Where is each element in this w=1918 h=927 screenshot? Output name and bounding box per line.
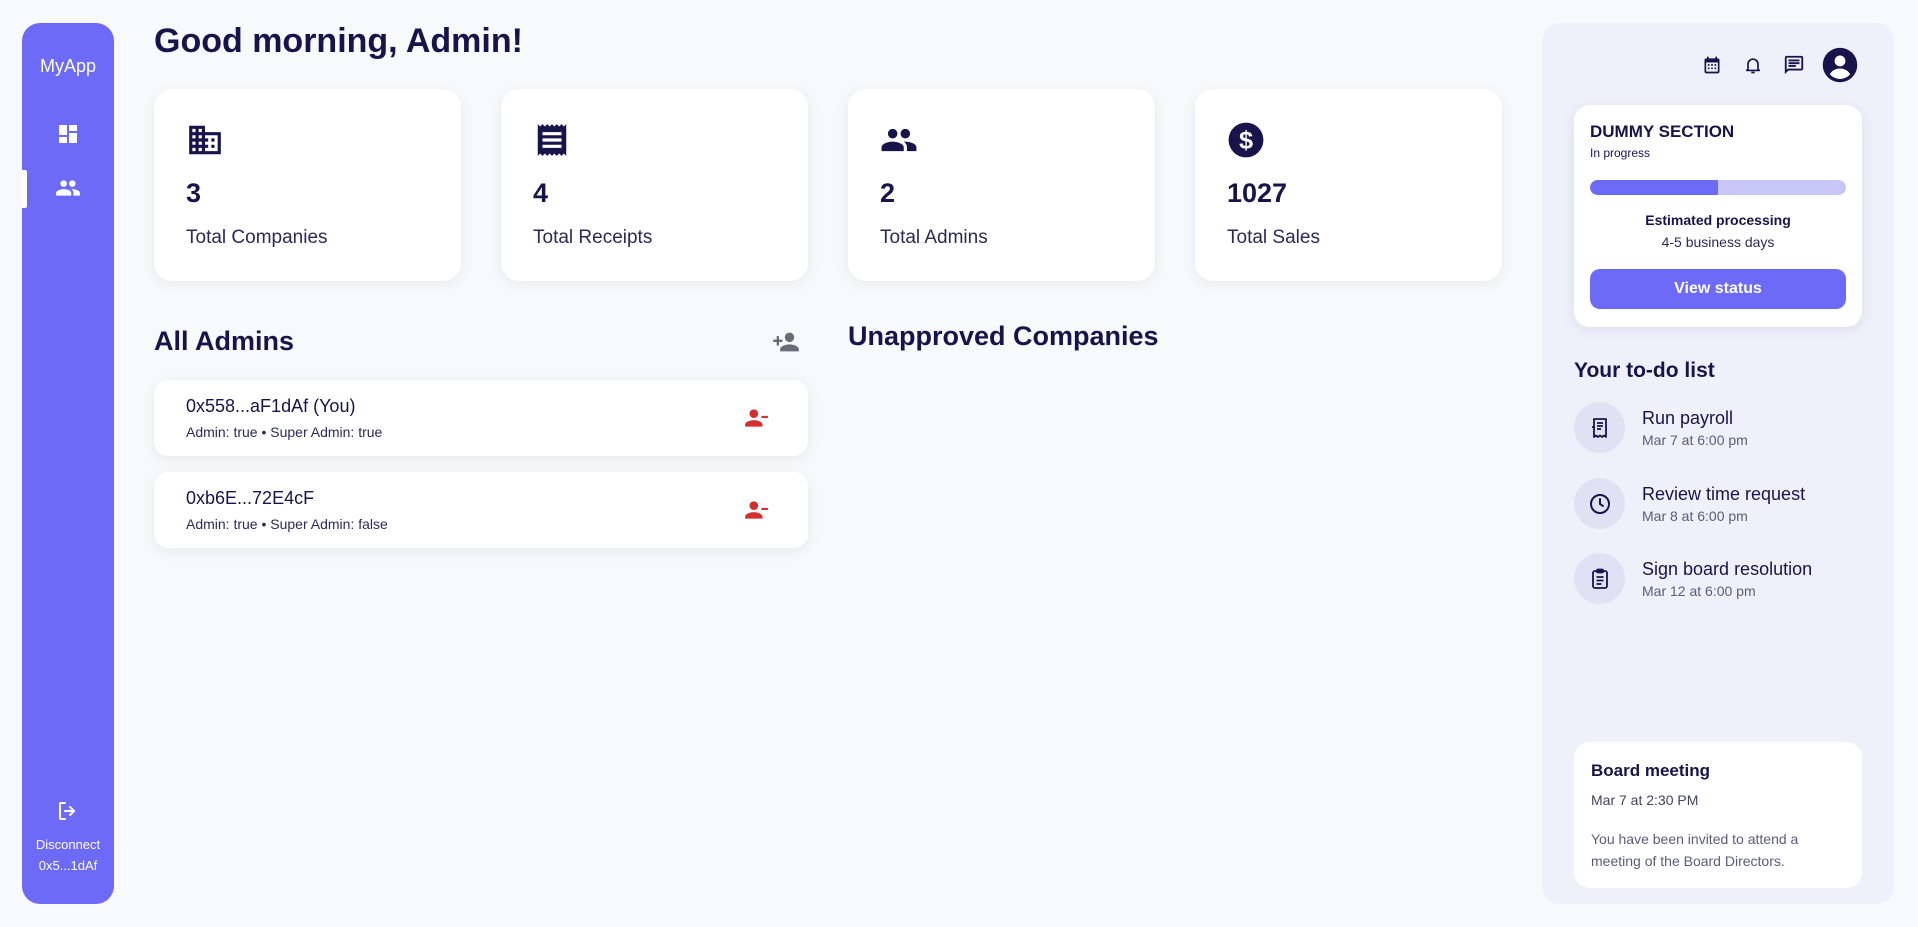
clock-icon [1589,493,1610,514]
meeting-title: Board meeting [1591,761,1711,780]
dollar-icon: $ [1228,122,1264,158]
admin-row: 0xb6E...72E4cF Admin: true • Super Admin… [154,472,808,548]
stat-label: Total Receipts [533,227,653,248]
receipt-icon [537,124,567,156]
todo-date: Mar 7 at 6:00 pm [1642,432,1748,448]
logout-icon [59,802,75,820]
remove-admin-button[interactable] [742,404,770,432]
sidebar: MyApp Disconnect 0x5...1dAf [22,23,114,904]
admin-meta: Admin: true • Super Admin: true [186,424,383,440]
unapproved-section-title: Unapproved Companies [848,321,1159,351]
admin-address: 0xb6E...72E4cF [186,488,315,508]
estimate-label: Estimated processing [1645,212,1791,228]
estimate-value: 4-5 business days [1661,234,1775,250]
stat-value: 1027 [1227,178,1288,208]
stat-value: 4 [533,178,549,208]
stat-label: Total Companies [186,227,328,248]
admin-row: 0x558...aF1dAf (You) Admin: true • Super… [154,380,808,456]
add-person-icon [773,332,799,352]
meeting-description: You have been invited to attend a meetin… [1591,831,1799,869]
todo-icon-wrap [1574,402,1625,453]
page-title: Good morning, Admin! [154,22,523,60]
people-icon [881,128,917,152]
todo-item-review-time-request[interactable]: Review time request Mar 8 at 6:00 pm [1574,478,1864,530]
meeting-card[interactable]: Board meeting Mar 7 at 2:30 PM You have … [1574,742,1862,888]
account-icon[interactable] [1822,47,1858,83]
bell-icon [1745,58,1761,74]
disconnect-label: Disconnect [35,837,101,852]
svg-text:$: $ [1239,127,1253,155]
meeting-time: Mar 7 at 2:30 PM [1591,792,1699,808]
dashboard-icon [59,125,77,143]
stat-card-receipts: 4 Total Receipts [501,89,808,281]
progress-bar [1590,180,1846,195]
chat-icon [1784,55,1804,75]
progress-fill [1590,180,1718,195]
payroll-icon [1591,417,1607,438]
top-icon-bar [1683,47,1858,83]
todo-date: Mar 8 at 6:00 pm [1642,508,1748,524]
nav-item-admins[interactable] [22,161,114,215]
people-icon [56,180,80,196]
todo-list-title: Your to-do list [1574,359,1715,382]
stat-label: Total Admins [880,227,988,248]
stat-value: 2 [880,178,896,208]
disconnect-button[interactable]: Disconnect 0x5...1dAf [36,799,100,873]
right-panel: DUMMY SECTION In progress Estimated proc… [1542,23,1894,904]
dummy-section-title: DUMMY SECTION [1590,122,1735,141]
remove-person-icon [745,409,768,427]
remove-admin-button[interactable] [742,496,770,524]
wallet-address: 0x5...1dAf [38,858,98,873]
todo-name: Sign board resolution [1642,559,1813,579]
notifications-button[interactable] [1741,53,1765,77]
building-icon [189,125,221,155]
todo-name: Review time request [1642,484,1806,504]
todo-name: Run payroll [1642,408,1734,428]
calendar-button[interactable] [1700,53,1724,77]
todo-icon-wrap [1574,553,1625,604]
remove-person-icon [745,501,768,519]
messages-button[interactable] [1782,53,1806,77]
todo-icon-wrap [1574,478,1625,529]
clipboard-icon [1591,568,1608,589]
view-status-button[interactable]: View status [1590,269,1846,309]
stat-label: Total Sales [1227,227,1320,248]
dummy-section-card: DUMMY SECTION In progress Estimated proc… [1574,105,1862,327]
todo-item-sign-board-resolution[interactable]: Sign board resolution Mar 12 at 6:00 pm [1574,553,1864,605]
stat-card-admins: 2 Total Admins [848,89,1155,281]
stat-card-sales: $ 1027 Total Sales [1195,89,1502,281]
nav-item-dashboard[interactable] [22,107,114,161]
app-brand: MyApp [39,56,97,76]
admin-meta: Admin: true • Super Admin: false [186,516,388,532]
todo-date: Mar 12 at 6:00 pm [1642,583,1756,599]
stat-value: 3 [186,178,202,208]
admins-section-title: All Admins [154,326,295,356]
calendar-icon [1704,56,1720,74]
stat-card-companies: 3 Total Companies [154,89,461,281]
todo-item-run-payroll[interactable]: Run payroll Mar 7 at 6:00 pm [1574,402,1864,454]
dummy-section-status: In progress [1590,146,1651,160]
add-admin-button[interactable] [771,327,801,357]
admin-address: 0x558...aF1dAf (You) [186,396,356,416]
